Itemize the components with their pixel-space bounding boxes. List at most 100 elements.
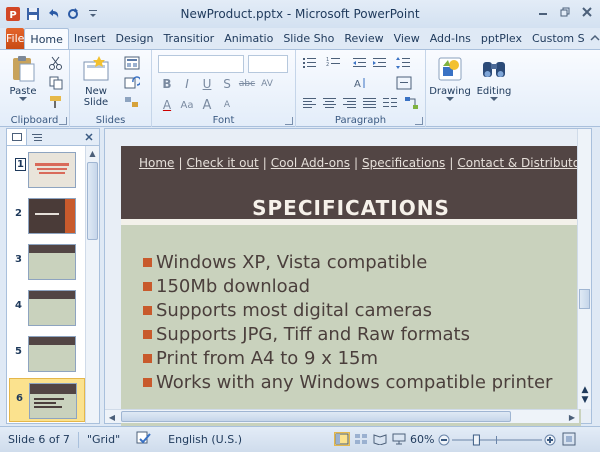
reset-icon[interactable] — [124, 76, 140, 90]
slide-sorter-icon[interactable] — [353, 432, 369, 446]
zoom-slider[interactable] — [438, 432, 556, 448]
increase-indent-icon[interactable] — [372, 56, 388, 70]
font-size-combo[interactable] — [248, 55, 288, 73]
scroll-thumb[interactable] — [579, 289, 590, 309]
tab-design[interactable]: Design — [110, 28, 158, 49]
slide-thumbnail-2[interactable]: 2 — [9, 194, 85, 238]
redo-icon[interactable] — [64, 5, 82, 23]
group-label-font: Font — [212, 115, 235, 126]
scroll-thumb[interactable] — [121, 411, 511, 422]
scroll-thumb[interactable] — [87, 162, 98, 240]
align-left-icon[interactable] — [302, 96, 318, 110]
tab-add-ins[interactable]: Add-Ins — [425, 28, 476, 49]
restore-icon[interactable] — [556, 4, 574, 20]
slide-thumbnail-3[interactable]: 3 — [9, 240, 85, 284]
normal-view-icon[interactable] — [334, 432, 350, 446]
numbering-icon[interactable]: 12 — [326, 56, 342, 70]
tab-home[interactable]: Home — [24, 28, 69, 49]
tab-slides-thumbnails[interactable] — [7, 129, 27, 145]
slide-canvas[interactable]: Home | Check it out | Cool Add-ons | Specifica… — [121, 146, 581, 436]
list-item: 150Mb download — [143, 274, 581, 298]
editing-button[interactable]: Editing — [474, 54, 514, 102]
paste-button[interactable]: Paste — [8, 54, 38, 102]
grow-font-button[interactable]: A — [198, 96, 216, 114]
slide-thumbnail-4[interactable]: 4 — [9, 286, 85, 330]
slide-thumbnail-5[interactable]: 5 — [9, 332, 85, 376]
bullets-icon[interactable] — [302, 56, 318, 70]
zoom-level[interactable]: 60% — [410, 433, 434, 446]
slide-vertical-scrollbar[interactable]: ▲ ▼ — [577, 129, 591, 409]
tab-pptplex[interactable]: pptPlex — [476, 28, 527, 49]
line-spacing-icon[interactable] — [396, 56, 412, 70]
font-color-button[interactable]: A — [158, 96, 176, 114]
new-slide-button[interactable]: New Slide — [76, 54, 116, 108]
tab-insert[interactable]: Insert — [69, 28, 111, 49]
fit-to-window-icon[interactable] — [562, 432, 576, 446]
section-icon[interactable] — [124, 95, 140, 109]
spelling-icon[interactable] — [128, 431, 160, 448]
save-icon[interactable] — [24, 5, 42, 23]
underline-button[interactable]: U — [198, 75, 216, 93]
tab-review[interactable]: Review — [339, 28, 388, 49]
nav-link-contact[interactable]: Contact & Distributo — [457, 156, 580, 170]
group-editing: Editing — [474, 50, 514, 127]
layout-icon[interactable] — [124, 56, 140, 70]
minimize-icon[interactable] — [534, 4, 552, 20]
text-direction-icon[interactable]: A — [352, 76, 368, 90]
prev-next-slide-icon[interactable]: ▲ ▼ — [578, 385, 592, 405]
justify-icon[interactable] — [362, 96, 378, 110]
format-painter-icon[interactable] — [48, 95, 64, 109]
bullet-list[interactable]: Windows XP, Vista compatible 150Mb downl… — [143, 250, 581, 394]
paragraph-launcher-icon[interactable] — [415, 117, 423, 125]
align-right-icon[interactable] — [342, 96, 358, 110]
character-spacing-button[interactable]: AV — [258, 75, 276, 93]
font-name-combo[interactable] — [158, 55, 244, 73]
slide-show-icon[interactable] — [391, 432, 407, 446]
align-center-icon[interactable] — [322, 96, 338, 110]
language-indicator[interactable]: English (U.S.) — [160, 433, 250, 446]
bold-button[interactable]: B — [158, 75, 176, 93]
tab-outline[interactable] — [27, 129, 47, 145]
powerpoint-icon[interactable]: P — [4, 5, 22, 23]
scroll-right-icon[interactable]: ▶ — [565, 410, 579, 424]
tab-transitions[interactable]: Transitior — [158, 28, 219, 49]
tab-custom-shows[interactable]: Custom S — [527, 28, 590, 49]
slide-title[interactable]: SPECIFICATIONS — [121, 196, 581, 220]
nav-link-cool-add-ons[interactable]: Cool Add-ons — [271, 156, 350, 170]
clipboard-launcher-icon[interactable] — [59, 117, 67, 125]
shadow-button[interactable]: S — [218, 75, 236, 93]
tab-file[interactable]: File — [6, 28, 25, 49]
slide-thumbnail-6[interactable]: 6 — [9, 378, 85, 422]
scroll-left-icon[interactable]: ◀ — [105, 410, 119, 424]
customize-icon[interactable] — [84, 5, 102, 23]
smartart-icon[interactable] — [404, 96, 420, 110]
copy-icon[interactable] — [48, 76, 64, 90]
nav-link-check-it-out[interactable]: Check it out — [186, 156, 258, 170]
change-case-button[interactable]: Aa — [178, 96, 196, 114]
tab-animations[interactable]: Animatio — [219, 28, 278, 49]
reading-view-icon[interactable] — [372, 432, 388, 446]
minimize-ribbon-icon[interactable] — [590, 32, 600, 45]
italic-button[interactable]: I — [178, 75, 196, 93]
shrink-font-button[interactable]: A — [218, 96, 236, 114]
undo-icon[interactable] — [44, 5, 62, 23]
cut-icon[interactable] — [48, 56, 64, 70]
align-text-icon[interactable] — [396, 76, 412, 90]
thumbnails-scrollbar[interactable]: ▲ — [85, 146, 99, 423]
list-item: Windows XP, Vista compatible — [143, 250, 581, 274]
scroll-up-icon[interactable]: ▲ — [86, 146, 99, 160]
decrease-indent-icon[interactable] — [352, 56, 368, 70]
slide-horizontal-scrollbar[interactable]: ◀ ▶ — [105, 409, 579, 423]
tab-slide-show[interactable]: Slide Sho — [278, 28, 339, 49]
strikethrough-button[interactable]: abc — [238, 75, 256, 93]
font-launcher-icon[interactable] — [285, 117, 293, 125]
columns-icon[interactable] — [382, 96, 398, 110]
close-icon[interactable] — [578, 4, 596, 20]
nav-link-specifications[interactable]: Specifications — [362, 156, 445, 170]
slide-thumbnail-1[interactable]: 1 — [9, 148, 85, 192]
nav-link-home[interactable]: Home — [139, 156, 174, 170]
tab-view[interactable]: View — [389, 28, 425, 49]
thumb-preview — [28, 336, 76, 372]
close-pane-icon[interactable] — [85, 131, 99, 144]
drawing-button[interactable]: Drawing — [428, 54, 472, 102]
